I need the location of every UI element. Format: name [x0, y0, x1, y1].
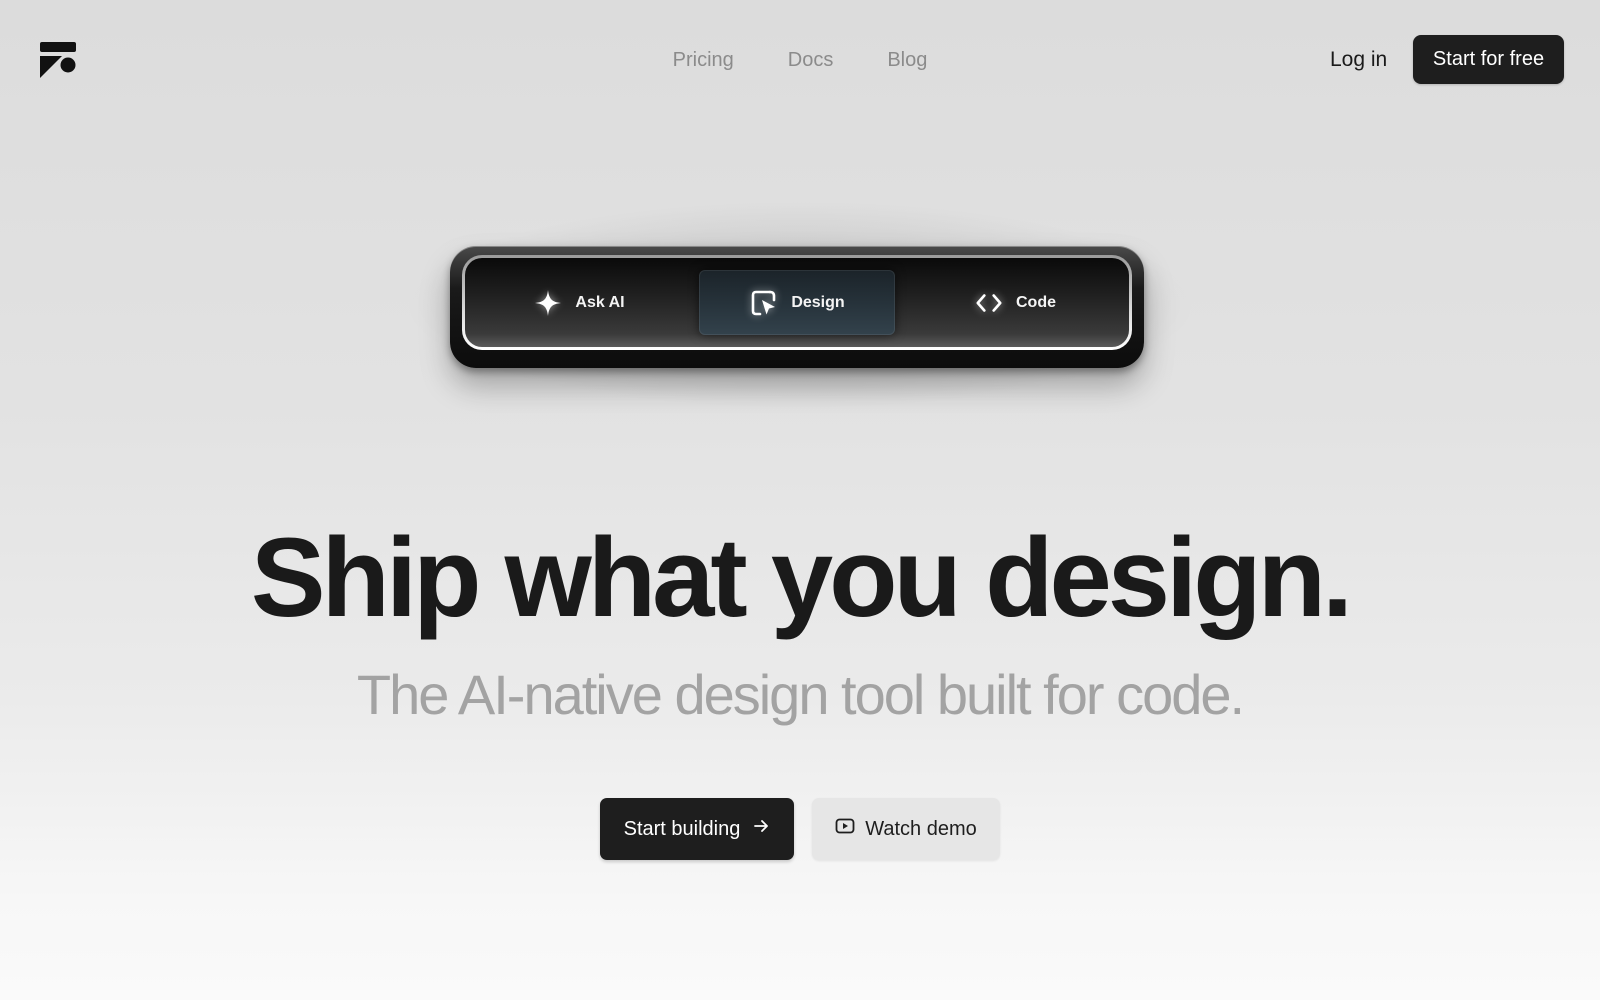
toolbar-rim: Ask AI Design Code [462, 255, 1132, 350]
watch-demo-label: Watch demo [865, 817, 977, 840]
start-for-free-button[interactable]: Start for free [1413, 35, 1564, 84]
start-building-button[interactable]: Start building [600, 798, 794, 860]
arrow-right-icon [752, 817, 770, 841]
sparkle-icon [533, 288, 563, 318]
toolbar-segment-label: Ask AI [575, 293, 625, 311]
toolbar-segment-design[interactable]: Design [699, 270, 895, 335]
cursor-frame-icon [749, 288, 779, 318]
toolbar-track: Ask AI Design Code [465, 258, 1129, 347]
nav-link-pricing[interactable]: Pricing [673, 49, 734, 72]
nav-link-blog[interactable]: Blog [887, 49, 927, 72]
hero-actions: Start building Watch demo [0, 798, 1600, 860]
hero-headline: Ship what you design. [250, 515, 1353, 640]
watch-demo-button[interactable]: Watch demo [812, 798, 1000, 860]
toolbar-segment-ask-ai[interactable]: Ask AI [465, 258, 693, 347]
login-link[interactable]: Log in [1330, 44, 1387, 76]
play-icon [835, 817, 855, 841]
toolbar-segment-label: Code [1016, 293, 1056, 311]
mode-toolbar: Ask AI Design Code [450, 246, 1144, 368]
start-building-label: Start building [623, 817, 741, 840]
nav-link-docs[interactable]: Docs [788, 49, 834, 72]
toolbar-segment-label: Design [791, 293, 845, 311]
hero-subheadline: The AI-native design tool built for code… [356, 663, 1245, 726]
toolbar-segment-code[interactable]: Code [901, 258, 1129, 347]
code-brackets-icon [974, 288, 1004, 318]
